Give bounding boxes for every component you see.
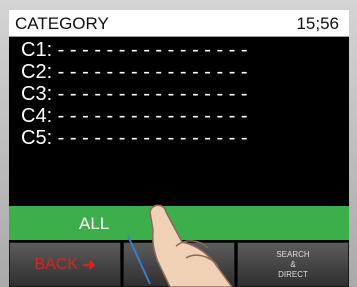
all-category-item[interactable]: ALL (9, 206, 349, 240)
search-direct-label: SEARCH & DIRECT (276, 249, 310, 279)
search-direct-button[interactable]: SEARCH & DIRECT (237, 242, 349, 287)
category-item-c2[interactable]: C2: - - - - - - - - - - - - - - - - (9, 61, 349, 83)
back-arrow-icon: ➜ (82, 256, 96, 274)
status-bar: CATEGORY 15;56 (9, 10, 349, 37)
back-label: BACK (34, 255, 79, 273)
display-screen: CATEGORY 15;56 C1: - - - - - - - - - - -… (9, 10, 349, 287)
category-list: C1: - - - - - - - - - - - - - - - - C2: … (9, 39, 349, 149)
category-item-c5[interactable]: C5: - - - - - - - - - - - - - - - - (9, 127, 349, 149)
all-label: ALL (79, 214, 110, 233)
category-item-c4[interactable]: C4: - - - - - - - - - - - - - - - - (9, 105, 349, 127)
clock: 15;56 (296, 14, 339, 33)
softkey-bar: BACK ➜ TO SEARCH & DIRECT (9, 242, 349, 287)
to-label: TO (163, 251, 195, 277)
category-item-c3[interactable]: C3: - - - - - - - - - - - - - - - - (9, 83, 349, 105)
to-button[interactable]: TO (123, 242, 235, 287)
category-item-c1[interactable]: C1: - - - - - - - - - - - - - - - - (9, 39, 349, 61)
screen-title: CATEGORY (15, 14, 109, 33)
back-button[interactable]: BACK ➜ (9, 242, 121, 287)
